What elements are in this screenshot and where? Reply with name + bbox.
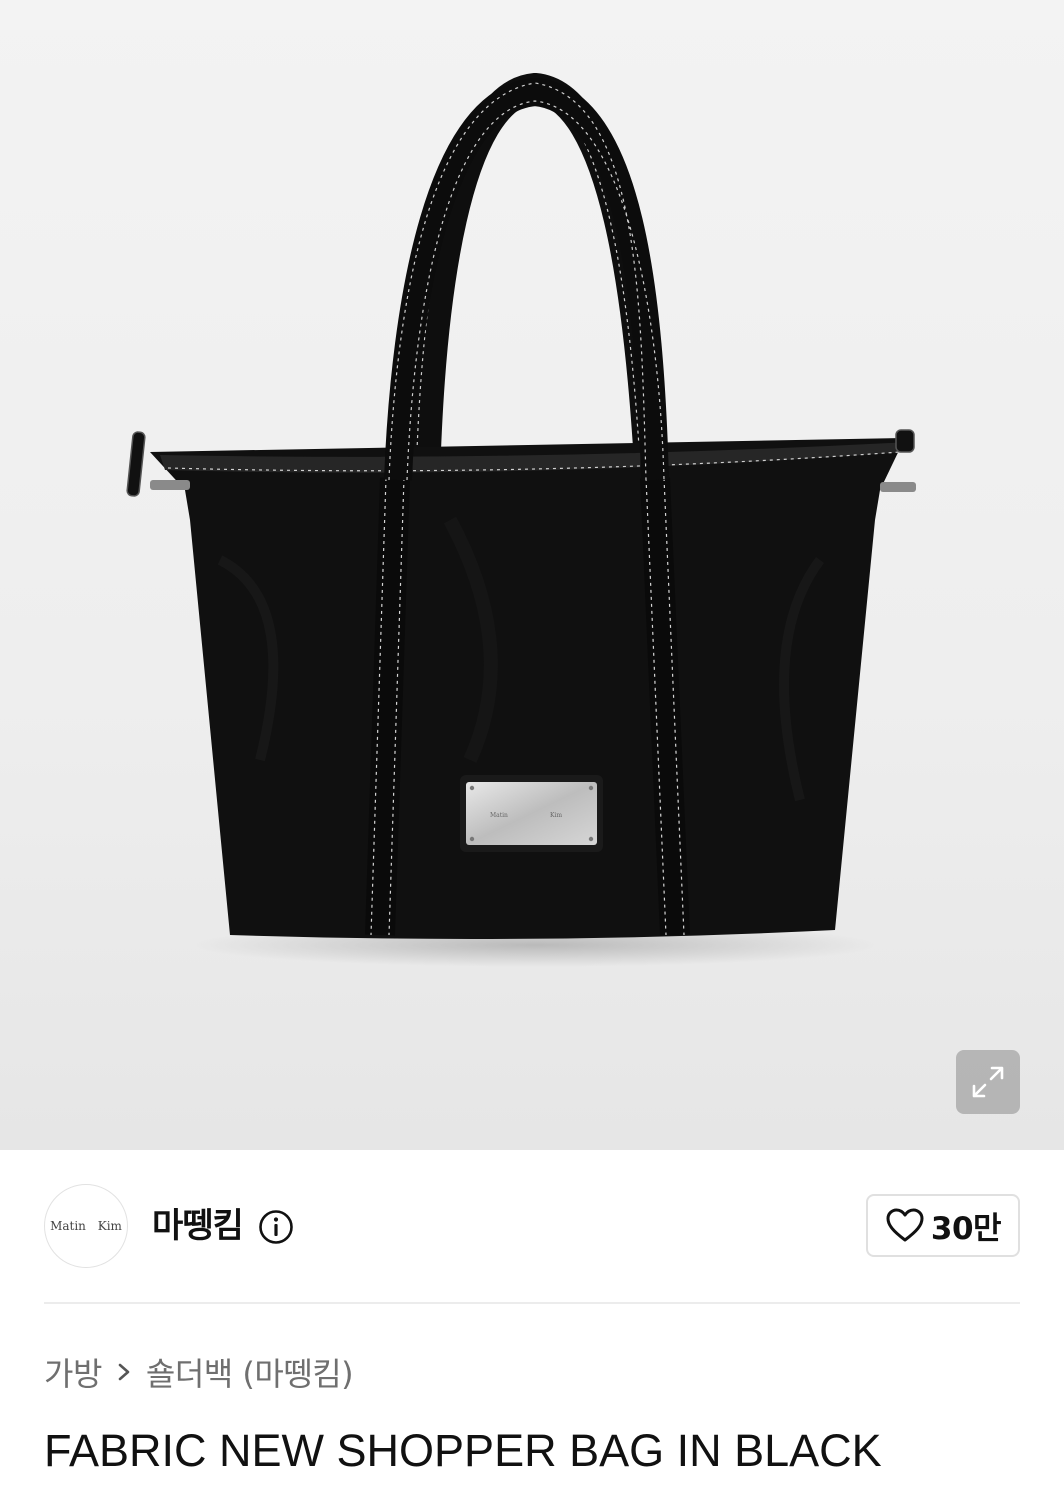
plate-text-left: Matin [490, 812, 508, 819]
breadcrumb: 가방 숄더백 (마뗑킴) [44, 1348, 354, 1396]
info-icon[interactable] [258, 1209, 294, 1245]
breadcrumb-item-shoulder-bag[interactable]: 숄더백 (마뗑킴) [146, 1349, 354, 1395]
like-button[interactable]: 30만 [866, 1194, 1020, 1257]
expand-icon [972, 1066, 1004, 1098]
chevron-right-icon [116, 1361, 132, 1383]
like-count: 30만 [930, 1211, 1002, 1247]
product-image[interactable]: Matin Kim [0, 0, 1064, 1150]
heart-icon [886, 1208, 924, 1241]
breadcrumb-item-bags[interactable]: 가방 [44, 1349, 102, 1395]
divider [44, 1302, 1020, 1304]
brand-logo-text: Matin Kim [50, 1219, 122, 1233]
shopper-bag-illustration: Matin Kim [126, 72, 916, 967]
brand-name[interactable]: 마뗑킴 [152, 1204, 244, 1248]
brand-logo[interactable]: Matin Kim [44, 1184, 128, 1268]
plate-text-right: Kim [550, 812, 562, 819]
expand-image-button[interactable] [956, 1050, 1020, 1114]
product-title: FABRIC NEW SHOPPER BAG IN BLACK [44, 1425, 882, 1476]
brand-row: Matin Kim 마뗑킴 30만 [44, 1184, 1020, 1270]
